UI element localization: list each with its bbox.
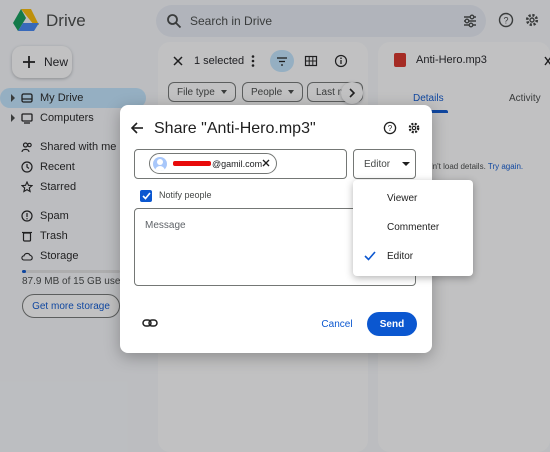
cancel-button[interactable]: Cancel [314, 312, 360, 336]
copy-link-icon[interactable] [142, 316, 158, 330]
remove-recipient-icon[interactable] [261, 158, 271, 168]
notify-checkbox[interactable] [140, 190, 152, 202]
role-menu: Viewer Commenter Editor [353, 180, 473, 276]
role-option-commenter[interactable]: Commenter [353, 213, 473, 241]
recipient-email-domain: @gamil.com [212, 158, 263, 169]
notify-people-label: Notify people [159, 190, 212, 200]
role-dropdown[interactable]: Editor [353, 149, 416, 179]
role-option-label: Editor [387, 250, 414, 262]
redacted-email-username [173, 161, 211, 166]
send-button[interactable]: Send [367, 312, 417, 336]
message-placeholder: Message [145, 220, 186, 231]
dropdown-arrow-icon [402, 162, 411, 166]
avatar-icon [153, 156, 167, 171]
recipient-chip[interactable]: @gamil.com [149, 153, 277, 174]
share-dialog-title: Share "Anti-Hero.mp3" [154, 120, 316, 137]
selected-check-icon [364, 251, 376, 261]
settings-gear-icon[interactable] [407, 121, 421, 135]
help-icon[interactable]: ? [383, 121, 397, 135]
role-option-viewer[interactable]: Viewer [353, 184, 473, 212]
role-dropdown-value: Editor [364, 158, 391, 170]
role-option-label: Viewer [387, 192, 418, 204]
role-option-label: Commenter [387, 221, 440, 233]
svg-text:?: ? [388, 124, 393, 133]
back-arrow-icon[interactable] [130, 121, 144, 135]
checkmark-icon [141, 192, 151, 200]
role-option-editor[interactable]: Editor [353, 242, 473, 270]
